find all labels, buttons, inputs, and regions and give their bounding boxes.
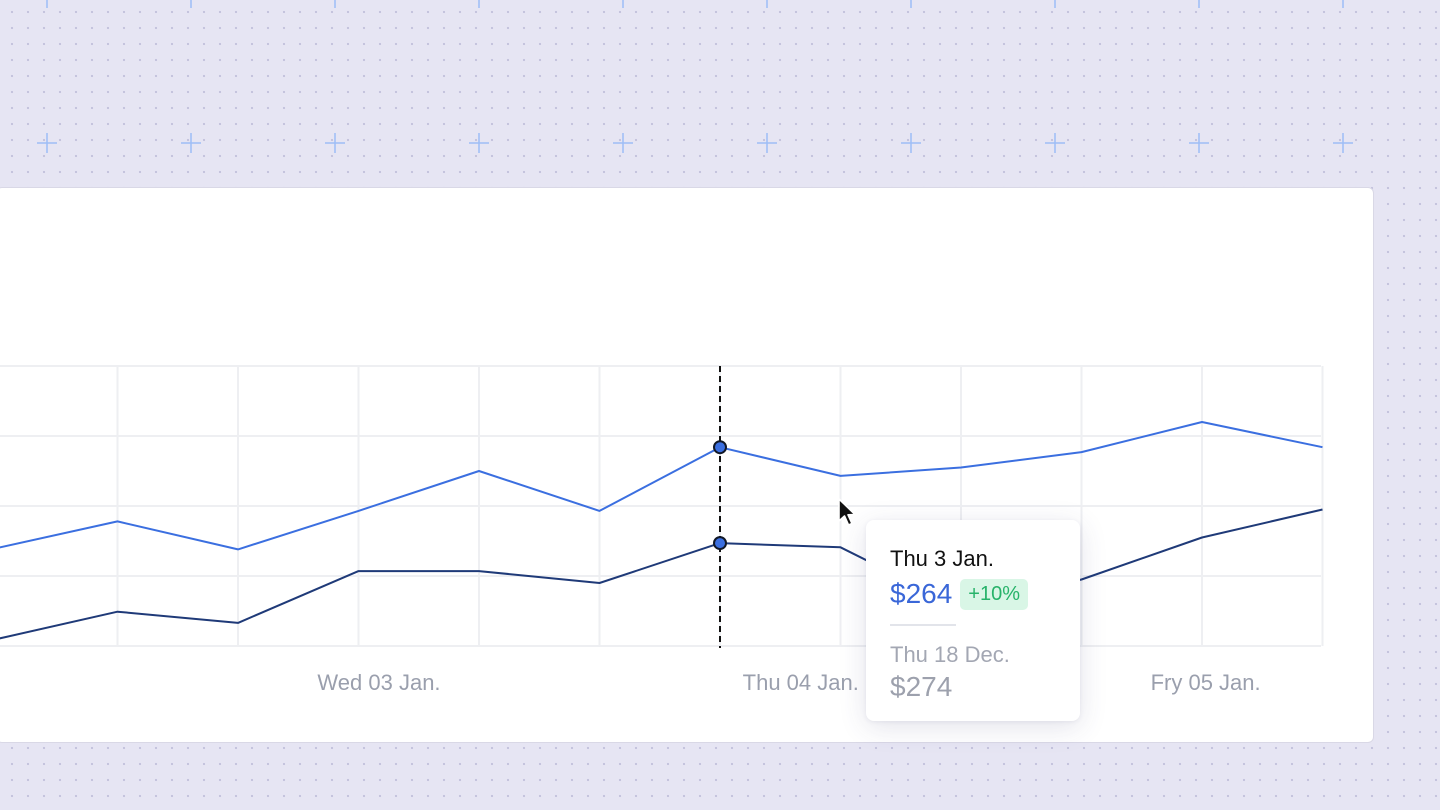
tooltip-compare-date: Thu 18 Dec.: [890, 642, 1010, 667]
bg-plus-mark: [181, 133, 201, 153]
hover-point: [713, 440, 727, 455]
bg-plus-mark: [1333, 133, 1353, 153]
bg-plus-mark: [613, 133, 633, 153]
chart-tooltip: Thu 3 Jan. $264 +10% Thu 18 Dec. $274: [866, 520, 1080, 721]
bg-plus-mark: [325, 133, 345, 153]
x-tick-label: Wed 03 Jan.: [317, 670, 440, 695]
x-tick-label: Thu 04 Jan.: [743, 670, 859, 695]
chart-card: Wed 03 Jan. Thu 04 Jan. Fry 05 Jan.: [0, 187, 1374, 743]
bg-plus-mark: [37, 133, 57, 153]
bg-plus-mark: [1045, 133, 1065, 153]
mouse-pointer-icon: [838, 498, 856, 526]
tooltip-divider: [890, 624, 956, 626]
chart-grid: [0, 365, 1324, 647]
bg-plus-mark: [469, 133, 489, 153]
tooltip-value-row: $264 +10%: [890, 576, 1080, 612]
background-grid-marks: [37, 0, 1353, 153]
bg-plus-mark: [757, 133, 777, 153]
hover-point: [713, 536, 727, 551]
tooltip-date: Thu 3 Jan.: [890, 546, 994, 571]
tooltip-change-badge: +10%: [960, 578, 1029, 610]
line-chart[interactable]: Wed 03 Jan. Thu 04 Jan. Fry 05 Jan.: [0, 188, 1375, 744]
x-tick-label: Fry 05 Jan.: [1151, 670, 1261, 695]
series-line-1: [0, 421, 1323, 551]
bg-plus-mark: [1189, 133, 1209, 153]
tooltip-compare-value: $274: [890, 671, 953, 702]
series-line-2: [0, 508, 1323, 640]
x-axis-ticks: Wed 03 Jan. Thu 04 Jan. Fry 05 Jan.: [317, 670, 1260, 695]
tooltip-value: $264: [890, 578, 953, 609]
bg-plus-mark: [901, 133, 921, 153]
chart-series: [0, 421, 1323, 640]
